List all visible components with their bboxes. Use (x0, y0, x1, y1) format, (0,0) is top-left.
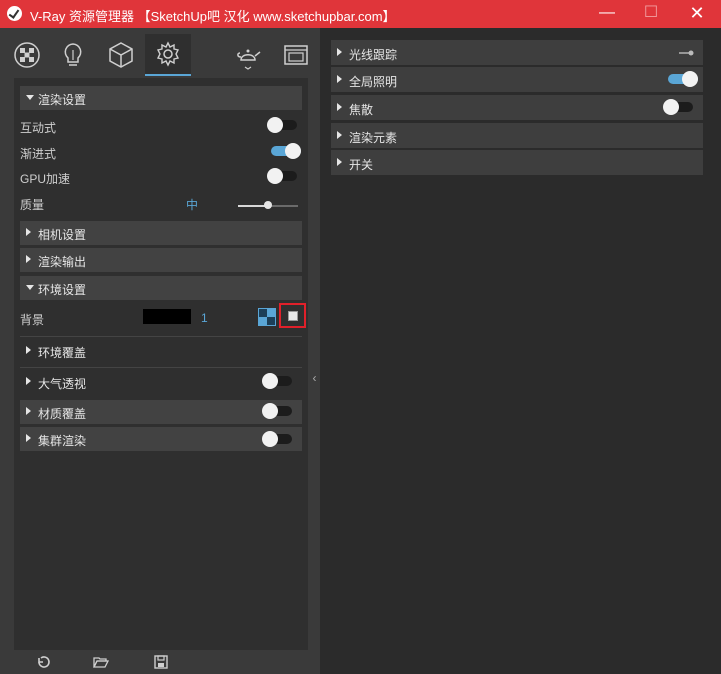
swarm-render-header[interactable]: 集群渲染 (20, 427, 302, 451)
divider (20, 336, 302, 337)
section-label: 大气透视 (38, 377, 87, 391)
material-override-toggle[interactable] (262, 403, 292, 419)
chevron-right-icon (337, 158, 342, 166)
quality-value: 中 (186, 198, 199, 212)
tab-materials[interactable] (4, 34, 50, 76)
aerial-perspective-header[interactable]: 大气透视 (20, 370, 302, 394)
chevron-right-icon (26, 377, 31, 385)
environment-override-header[interactable]: 环境覆盖 (20, 339, 302, 363)
section-label: 光线跟踪 (349, 48, 398, 62)
section-label: 材质覆盖 (38, 407, 87, 421)
undo-icon[interactable] (35, 654, 51, 670)
frame-buffer-icon (284, 45, 308, 65)
chevron-right-icon (337, 103, 342, 111)
close-button[interactable]: ✕ (674, 0, 720, 28)
tab-settings[interactable] (145, 34, 191, 76)
teapot-render-icon (237, 49, 261, 70)
raytrace-header[interactable]: 光线跟踪 (331, 40, 703, 65)
chevron-right-icon (26, 407, 31, 415)
switches-header[interactable]: 开关 (331, 150, 703, 175)
quality-slider[interactable] (238, 201, 298, 211)
checker-texture-icon (258, 308, 276, 326)
chevron-right-icon (337, 75, 342, 83)
window-title: V-Ray 资源管理器 【SketchUp吧 汉化 www.sketchupba… (30, 9, 396, 24)
tab-lights[interactable] (50, 34, 96, 76)
texture-map-button[interactable] (258, 308, 276, 326)
bottom-toolbar (0, 650, 320, 674)
aerial-perspective-toggle[interactable] (262, 373, 292, 389)
section-label: 全局照明 (349, 75, 398, 89)
section-label: 渲染元素 (349, 131, 398, 145)
divider (20, 367, 302, 368)
slider-thumb[interactable] (264, 201, 272, 209)
section-label: 渲染输出 (38, 255, 87, 269)
section-label: 环境设置 (38, 283, 87, 297)
render-elements-header[interactable]: 渲染元素 (331, 123, 703, 148)
global-illumination-toggle[interactable] (668, 71, 698, 87)
title-bar: V-Ray 资源管理器 【SketchUp吧 汉化 www.sketchupba… (0, 0, 721, 28)
caustics-toggle[interactable] (663, 99, 693, 115)
gpu-toggle[interactable] (267, 168, 297, 184)
background-label: 背景 (20, 313, 45, 327)
environment-header[interactable]: 环境设置 (20, 276, 302, 300)
render-button[interactable] (228, 34, 268, 76)
chevron-down-icon (26, 285, 34, 290)
tab-geometry[interactable] (98, 34, 144, 76)
section-label: 焦散 (349, 103, 374, 117)
pin-icon[interactable] (679, 48, 695, 58)
quality-label: 质量 (20, 198, 45, 212)
geometry-icon (109, 42, 133, 68)
progressive-toggle[interactable] (271, 143, 301, 159)
frame-buffer-button[interactable] (276, 34, 316, 76)
chevron-right-icon (26, 255, 31, 263)
chevron-right-icon (26, 228, 31, 236)
section-label: 环境覆盖 (38, 346, 87, 360)
open-folder-icon[interactable] (92, 654, 110, 670)
override-checkbox[interactable] (288, 311, 298, 321)
chevron-right-icon (26, 434, 31, 442)
chevron-right-icon (26, 346, 31, 354)
chevron-down-icon (26, 95, 34, 100)
swarm-render-toggle[interactable] (262, 431, 292, 447)
section-label: 渲染设置 (38, 93, 87, 107)
render-output-header[interactable]: 渲染输出 (20, 248, 302, 272)
materials-icon (14, 42, 40, 68)
section-label: 开关 (349, 158, 374, 172)
gpu-label: GPU加速 (20, 172, 71, 186)
section-label: 相机设置 (38, 228, 87, 242)
vray-logo-icon (7, 6, 22, 21)
interactive-label: 互动式 (20, 121, 57, 135)
settings-icon (156, 41, 180, 67)
chevron-right-icon (337, 131, 342, 139)
collapse-panel-handle[interactable]: ‹ (309, 368, 320, 388)
background-intensity[interactable]: 1 (201, 311, 208, 325)
lights-icon (64, 43, 82, 66)
minimize-button[interactable]: — (584, 0, 630, 28)
global-illumination-header[interactable]: 全局照明 (331, 67, 703, 92)
section-label: 集群渲染 (38, 434, 87, 448)
override-checkbox-highlight (279, 303, 306, 328)
background-color-swatch[interactable] (143, 309, 191, 324)
caustics-header[interactable]: 焦散 (331, 95, 703, 120)
camera-settings-header[interactable]: 相机设置 (20, 221, 302, 245)
maximize-button[interactable]: ☐ (628, 0, 674, 28)
render-settings-header[interactable]: 渲染设置 (20, 86, 302, 110)
save-icon[interactable] (153, 654, 169, 670)
progressive-label: 渐进式 (20, 147, 57, 161)
chevron-right-icon (337, 48, 342, 56)
material-override-header[interactable]: 材质覆盖 (20, 400, 302, 424)
interactive-toggle[interactable] (267, 117, 297, 133)
